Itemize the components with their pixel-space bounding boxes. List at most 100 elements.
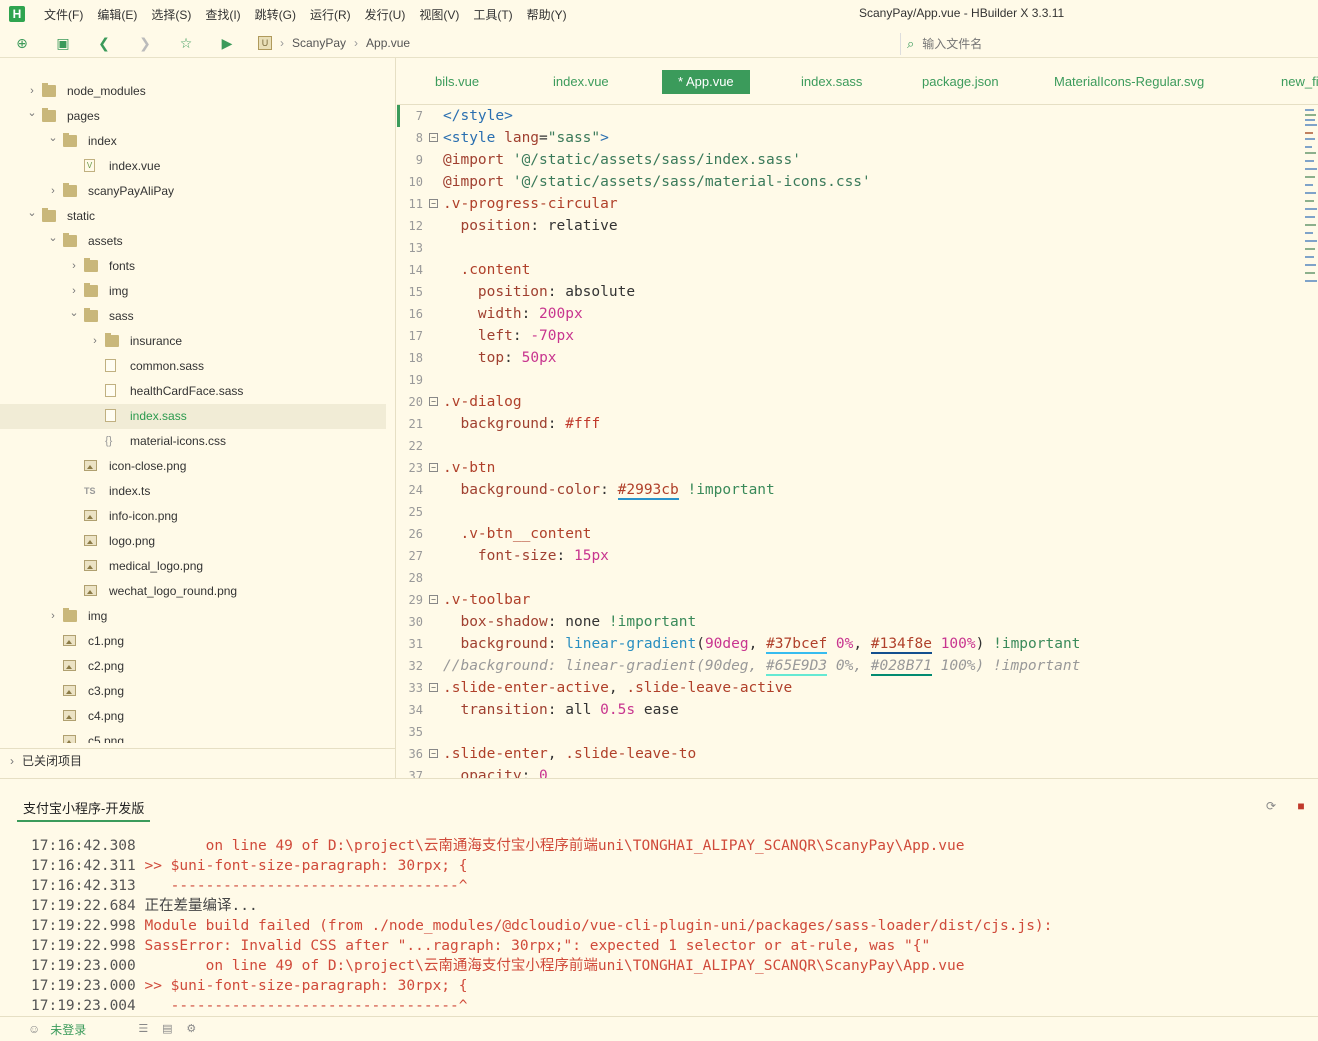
list-icon[interactable]: ☰ [136,1022,150,1036]
code-token: .slide-enter [443,746,548,762]
editor-tabs: bils.vue index.vue * App.vue index.sass pack… [397,58,1318,105]
code-text: .v-toolbar [443,589,530,611]
tree-item[interactable]: common.sass [0,354,386,379]
console-tab[interactable]: 支付宝小程序-开发版 [17,798,151,822]
chevron-down-icon[interactable]: ⌄ [47,126,59,151]
code-token: 90 [704,636,723,652]
chevron-down-icon[interactable]: ⌄ [47,226,59,251]
code-token: px [591,548,609,564]
console-message: SassError: Invalid CSS after "...ragraph… [135,938,931,954]
chevron-right-icon[interactable]: › [47,179,59,204]
fold-toggle-icon[interactable]: − [429,199,438,208]
new-file-icon[interactable]: ⊕ [14,35,30,51]
fold-toggle-icon[interactable]: − [429,595,438,604]
run-icon[interactable]: ▶ [219,35,235,51]
plugin-icon[interactable]: ⚙ [184,1022,198,1036]
tree-item[interactable]: c3.png [0,679,386,704]
tree-item[interactable]: index.sass [0,404,386,429]
breadcrumb-file[interactable]: App.vue [366,36,410,50]
console-panel: 支付宝小程序-开发版 ⟳ ■ 17:16:42.308 on line 49 o… [0,778,1318,1016]
menu-item[interactable]: 运行(R) [303,6,358,23]
code-area[interactable]: 7 </style> 8− <style lang="sass"> 9 @import '… [397,105,1302,778]
chevron-down-icon[interactable]: ⌄ [26,101,38,126]
tree-item[interactable]: c5.png [0,729,386,743]
menu-item[interactable]: 发行(U) [358,6,413,23]
tree-item[interactable]: wechat_logo_round.png [0,579,386,604]
tree-item[interactable]: › scanyPayAliPay [0,179,386,204]
tree-item[interactable]: c2.png [0,654,386,679]
login-status[interactable]: 未登录 [50,1021,86,1038]
clear-console-icon[interactable]: ⟳ [1264,799,1278,813]
stop-icon[interactable]: ■ [1294,799,1308,813]
favorite-star-icon[interactable]: ☆ [178,35,194,51]
menu-item[interactable]: 查找(I) [198,6,247,23]
fold-toggle-icon[interactable]: − [429,683,438,692]
back-icon[interactable]: ❮ [96,35,112,51]
chevron-down-icon[interactable]: ⌄ [68,301,80,326]
editor-tab[interactable]: package.json [906,70,1015,94]
console-line: 17:19:22.684 正在差量编译... [31,896,1311,916]
forward-icon[interactable]: ❯ [137,35,153,51]
tree-item[interactable]: › img [0,279,386,304]
hbuilder-window: H 文件(F) 编辑(E) 选择(S) 查找(I) 跳转(G) 运行(R) 发行(U) 视图(… [0,0,1318,1041]
code-token: px [539,350,557,366]
code-text: .v-progress-circular [443,193,618,215]
line-number: 17 [408,329,423,343]
folder-icon [63,233,77,247]
editor-tab[interactable]: index.sass [785,70,878,94]
fold-toggle-icon[interactable]: − [429,397,438,406]
chevron-right-icon[interactable]: › [68,254,80,279]
editor-tab[interactable]: bils.vue [419,70,495,94]
editor-tab[interactable]: index.vue [537,70,625,94]
menu-item[interactable]: 帮助(Y) [520,6,574,23]
tree-item[interactable]: info-icon.png [0,504,386,529]
code-token: 0 [539,768,548,778]
terminal-icon[interactable]: ▤ [160,1022,174,1036]
tree-item[interactable]: medical_logo.png [0,554,386,579]
tree-item[interactable]: icon-close.png [0,454,386,479]
minimap[interactable] [1302,105,1318,778]
tree-item[interactable]: logo.png [0,529,386,554]
save-icon[interactable]: ▣ [55,35,71,51]
code-text: @import '@/static/assets/sass/material-i… [443,171,871,193]
file-search-input[interactable] [922,37,1223,51]
menu-item[interactable]: 工具(T) [466,6,519,23]
tree-item[interactable]: c1.png [0,629,386,654]
code-token: s [626,702,636,718]
tree-item[interactable]: {} material-icons.css [0,429,386,454]
tree-item[interactable]: c4.png [0,704,386,729]
menu-item[interactable]: 选择(S) [144,6,198,23]
tree-item[interactable]: › img [0,604,386,629]
editor-tab[interactable]: * App.vue [662,70,750,94]
menu-item[interactable]: 跳转(G) [248,6,303,23]
tree-item[interactable]: ⌄ index [0,129,386,154]
tree-item[interactable]: › insurance [0,329,386,354]
menu-item[interactable]: 文件(F) [37,6,90,23]
tree-item[interactable]: › fonts [0,254,386,279]
chevron-right-icon[interactable]: › [47,604,59,629]
tree-item[interactable]: TS index.ts [0,479,386,504]
fold-toggle-icon[interactable]: − [429,749,438,758]
fold-toggle-icon[interactable]: − [429,133,438,142]
editor-tab[interactable]: MaterialIcons-Regular.svg [1038,70,1220,94]
closed-projects-row[interactable]: › 已关闭项目 [0,748,396,772]
chevron-right-icon[interactable]: › [89,329,101,354]
menu-item[interactable]: 视图(V) [412,6,466,23]
window-title: ScanyPay/App.vue - HBuilder X 3.3.11 [859,6,1065,20]
fold-toggle-icon[interactable]: − [429,463,438,472]
editor-tab[interactable]: new_file. [1265,70,1318,94]
chevron-down-icon[interactable]: ⌄ [26,201,38,226]
tree-item[interactable]: › node_modules [0,79,386,104]
code-token: : [521,768,540,778]
folder-icon [84,258,98,272]
tree-item[interactable]: healthCardFace.sass [0,379,386,404]
tree-item[interactable]: ⌄ sass [0,304,386,329]
tree-item-label: logo.png [109,534,156,548]
tree-item[interactable]: Vindex.vue [0,154,386,179]
tree-item[interactable]: ⌄ assets [0,229,386,254]
breadcrumb-project[interactable]: ScanyPay [292,36,346,50]
line-number: 14 [408,263,423,277]
menu-item[interactable]: 编辑(E) [90,6,144,23]
